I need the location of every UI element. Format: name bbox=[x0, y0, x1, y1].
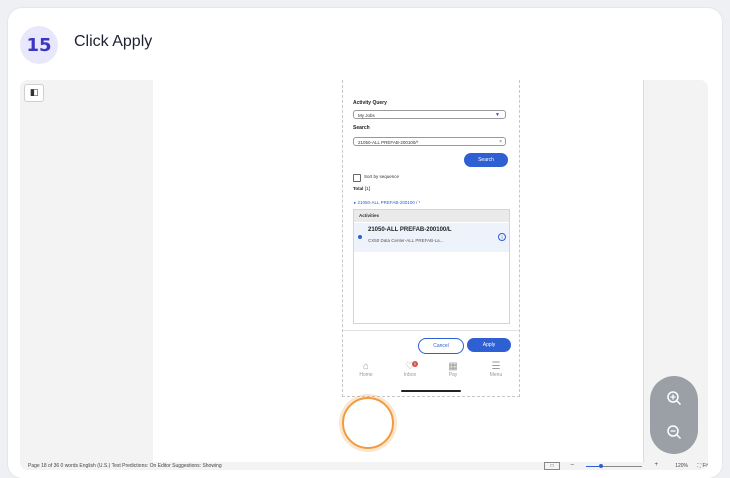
nav-home[interactable]: ⌂ Home bbox=[351, 361, 381, 378]
document-page: Activity Query My Jobs ▼ Search 21050-AL… bbox=[153, 80, 643, 462]
bottom-nav: ⌂ Home ♡ 1 Inbox ▦ Pay ☰ Menu bbox=[343, 361, 519, 387]
list-item[interactable]: 21050-ALL PREFAB-200100/L CX50 Data Cent… bbox=[354, 223, 509, 252]
zoom-percent[interactable]: 120% bbox=[675, 463, 688, 469]
zoom-slider-handle[interactable] bbox=[599, 464, 603, 468]
step-number-badge: 15 bbox=[20, 26, 58, 64]
screenshot-frame: ◧ Activity Query My Jobs ▼ Search 21050-… bbox=[20, 80, 708, 470]
list-header: Activities bbox=[354, 210, 509, 222]
panel-toggle-icon[interactable]: ◧ bbox=[24, 84, 44, 102]
nav-inbox[interactable]: ♡ 1 Inbox bbox=[395, 361, 425, 378]
info-icon[interactable]: i bbox=[498, 233, 506, 241]
search-label: Search bbox=[353, 125, 370, 131]
nav-pay[interactable]: ▦ Pay bbox=[438, 361, 468, 378]
status-bar: Page 18 of 36 0 words English (U.S.) Tex… bbox=[20, 462, 708, 470]
search-input-value: 21050-ALL PREFAB-200100/* bbox=[358, 140, 419, 145]
breadcrumb-text: 21050-ALL PREFAB-200100 / * bbox=[357, 200, 421, 205]
sort-checkbox[interactable] bbox=[353, 174, 361, 182]
clear-icon[interactable]: × bbox=[499, 138, 502, 147]
total-count: [1] bbox=[364, 186, 371, 191]
status-text: Page 18 of 36 0 words English (U.S.) Tex… bbox=[28, 463, 222, 469]
fit-label: Fit bbox=[702, 463, 708, 469]
zoom-in-icon bbox=[667, 391, 682, 406]
click-highlight-ring bbox=[342, 397, 394, 449]
nav-label: Home bbox=[359, 372, 373, 378]
activity-query-value: My Jobs bbox=[358, 113, 375, 118]
breadcrumb[interactable]: ▸ 21050-ALL PREFAB-200100 / * bbox=[354, 200, 420, 206]
wallet-icon: ▦ bbox=[448, 361, 458, 372]
zoom-in-button[interactable] bbox=[662, 386, 686, 410]
cancel-button[interactable]: Cancel bbox=[418, 338, 464, 354]
total-row: Total [1] bbox=[353, 186, 370, 191]
nav-label: Inbox bbox=[403, 372, 417, 378]
left-panel: ◧ bbox=[20, 80, 154, 462]
zoom-in-control[interactable]: + bbox=[654, 462, 658, 468]
zoom-slider[interactable] bbox=[586, 466, 642, 467]
nav-label: Pay bbox=[448, 372, 458, 378]
phone-screenshot: Activity Query My Jobs ▼ Search 21050-AL… bbox=[342, 80, 520, 397]
search-button[interactable]: Search bbox=[464, 153, 508, 167]
zoom-out-button[interactable] bbox=[662, 420, 686, 444]
home-indicator bbox=[401, 390, 461, 392]
activity-query-select[interactable]: My Jobs ▼ bbox=[353, 110, 506, 119]
apply-button[interactable]: Apply bbox=[467, 338, 511, 352]
sort-label: Sort by sequence bbox=[364, 174, 400, 179]
step-card: 15 Click Apply ◧ Activity Query My Jobs … bbox=[8, 8, 722, 478]
total-label: Total bbox=[353, 186, 364, 191]
nav-label: Menu bbox=[489, 372, 503, 378]
chevron-down-icon: ▼ bbox=[495, 112, 500, 118]
item-subtitle: CX50 Data Center-ALL PREFAB-La... bbox=[368, 238, 444, 243]
radio-selected-icon[interactable] bbox=[358, 235, 362, 239]
search-input[interactable]: 21050-ALL PREFAB-200100/* × bbox=[353, 137, 506, 146]
inbox-badge: 1 bbox=[412, 361, 418, 367]
home-icon: ⌂ bbox=[362, 361, 370, 372]
divider bbox=[343, 330, 519, 331]
menu-icon: ☰ bbox=[491, 361, 501, 372]
fit-button[interactable]: ⛶ Fit bbox=[698, 463, 708, 469]
nav-menu[interactable]: ☰ Menu bbox=[481, 361, 511, 378]
zoom-out-icon bbox=[667, 425, 682, 440]
step-title: Click Apply bbox=[74, 33, 153, 50]
activity-query-label: Activity Query bbox=[353, 100, 387, 106]
item-title: 21050-ALL PREFAB-200100/L bbox=[368, 227, 452, 233]
activities-list: Activities 21050-ALL PREFAB-200100/L CX5… bbox=[353, 209, 510, 324]
zoom-out-control[interactable]: – bbox=[571, 462, 574, 468]
zoom-controls bbox=[650, 376, 698, 454]
bell-icon: ♡ bbox=[405, 361, 415, 372]
read-mode-icon[interactable]: □ bbox=[544, 462, 560, 470]
